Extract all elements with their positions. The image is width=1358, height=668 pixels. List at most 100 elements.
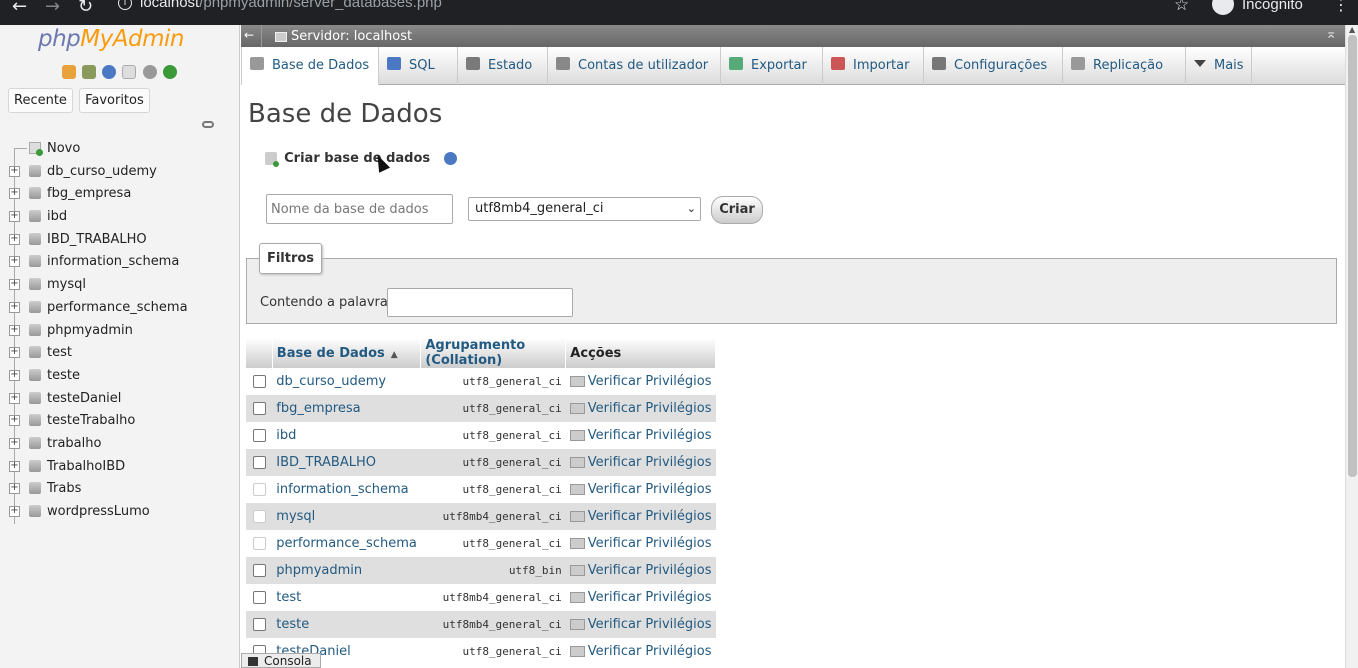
check-privileges-link[interactable]: Verificar Privilégios bbox=[565, 449, 716, 476]
tab-estado[interactable]: Estado bbox=[458, 47, 548, 85]
collation-sort-link[interactable]: Agrupamento (Collation) bbox=[425, 338, 525, 368]
check-privileges-link[interactable]: Verificar Privilégios bbox=[565, 584, 716, 611]
database-name-link[interactable]: performance_schema bbox=[272, 530, 421, 557]
check-privileges-link[interactable]: Verificar Privilégios bbox=[565, 530, 716, 557]
check-privileges-link[interactable]: Verificar Privilégios bbox=[565, 422, 716, 449]
browser-menu-icon[interactable]: ⋮ bbox=[1333, 0, 1349, 14]
tree-item-label[interactable]: Trabs bbox=[47, 479, 81, 499]
tree-item-label[interactable]: testeTrabalho bbox=[47, 411, 135, 431]
help-icon[interactable] bbox=[102, 65, 117, 79]
tree-item-database[interactable]: + testeTrabalho bbox=[0, 410, 240, 434]
address-bar[interactable]: i localhost/phpmyadmin/server_databases.p… bbox=[118, 0, 442, 20]
page-scrollbar[interactable]: ▲ bbox=[1345, 25, 1358, 668]
scrollbar-thumb[interactable] bbox=[1348, 35, 1357, 477]
check-privileges-link[interactable]: Verificar Privilégios bbox=[565, 503, 716, 530]
check-privileges-link[interactable]: Verificar Privilégios bbox=[565, 368, 716, 395]
expand-icon[interactable]: + bbox=[9, 188, 20, 200]
database-name-link[interactable]: ibd bbox=[272, 422, 421, 449]
tree-item-database[interactable]: + fbg_empresa bbox=[0, 183, 240, 207]
row-checkbox[interactable] bbox=[252, 429, 266, 442]
tree-item-label[interactable]: performance_schema bbox=[47, 298, 188, 318]
tab-sql[interactable]: SQL bbox=[379, 47, 458, 85]
tree-item-database[interactable]: + phpmyadmin bbox=[0, 319, 240, 343]
help-icon[interactable] bbox=[444, 152, 458, 165]
check-privileges-link[interactable]: Verificar Privilégios bbox=[565, 638, 716, 665]
expand-icon[interactable]: + bbox=[9, 324, 20, 336]
settings-gear-icon[interactable] bbox=[142, 65, 157, 79]
database-name-input[interactable] bbox=[266, 194, 453, 224]
row-checkbox[interactable] bbox=[252, 375, 266, 388]
database-name-link[interactable]: IBD_TRABALHO bbox=[272, 449, 421, 476]
link-with-main-panel-icon[interactable] bbox=[202, 121, 214, 128]
back-button[interactable]: ← bbox=[12, 0, 27, 17]
tab-mais[interactable]: Mais bbox=[1186, 47, 1252, 85]
back-arrow-icon[interactable]: ← bbox=[244, 28, 254, 42]
collation-column-header[interactable]: Agrupamento (Collation) bbox=[420, 338, 567, 368]
home-icon[interactable] bbox=[62, 65, 76, 79]
tab-contas-de-utilizador[interactable]: Contas de utilizador bbox=[548, 47, 721, 85]
tab-replica-o[interactable]: Replicação bbox=[1063, 47, 1186, 85]
tree-item-database[interactable]: + mysql bbox=[0, 274, 240, 298]
documentation-icon[interactable] bbox=[122, 65, 137, 79]
tree-item-database[interactable]: + teste bbox=[0, 364, 240, 388]
row-checkbox[interactable] bbox=[252, 618, 266, 631]
console-toggle[interactable]: Consola bbox=[241, 653, 321, 668]
tree-item-database[interactable]: + performance_schema bbox=[0, 296, 240, 320]
tree-item-database[interactable]: + TrabalhoIBD bbox=[0, 455, 240, 479]
database-name-link[interactable]: teste bbox=[272, 611, 421, 638]
database-name-link[interactable]: phpmyadmin bbox=[272, 557, 421, 584]
row-checkbox[interactable] bbox=[252, 456, 266, 469]
database-name-link[interactable]: mysql bbox=[272, 503, 421, 530]
expand-icon[interactable]: + bbox=[9, 437, 20, 449]
expand-icon[interactable]: + bbox=[9, 460, 20, 472]
expand-icon[interactable]: + bbox=[9, 347, 20, 359]
tree-item-database[interactable]: + wordpressLumo bbox=[0, 501, 240, 524]
check-privileges-link[interactable]: Verificar Privilégios bbox=[565, 611, 716, 638]
tree-item-label[interactable]: trabalho bbox=[47, 434, 101, 454]
tree-item-database[interactable]: + test bbox=[0, 342, 240, 366]
database-column-header[interactable]: Base de Dados ▲ bbox=[272, 338, 422, 368]
database-name-link[interactable]: test bbox=[272, 584, 421, 611]
forward-button[interactable]: → bbox=[45, 0, 60, 17]
tree-item-label[interactable]: test bbox=[47, 343, 72, 363]
tree-item-new[interactable]: Novo bbox=[0, 138, 240, 161]
database-name-link[interactable]: db_curso_udemy bbox=[272, 368, 421, 395]
expand-icon[interactable]: + bbox=[9, 211, 20, 223]
tree-item-label[interactable]: wordpressLumo bbox=[47, 502, 150, 522]
tree-item-label[interactable]: IBD_TRABALHO bbox=[47, 230, 147, 250]
expand-icon[interactable]: + bbox=[9, 483, 20, 495]
tree-item-database[interactable]: + testeDaniel bbox=[0, 387, 240, 411]
tree-item-database[interactable]: + IBD_TRABALHO bbox=[0, 228, 240, 252]
row-checkbox[interactable] bbox=[252, 591, 266, 604]
database-name-link[interactable]: information_schema bbox=[272, 476, 421, 503]
expand-icon[interactable]: + bbox=[9, 256, 20, 268]
expand-icon[interactable]: + bbox=[9, 233, 20, 245]
tree-item-database[interactable]: + information_schema bbox=[0, 251, 240, 275]
tree-item-database[interactable]: + trabalho bbox=[0, 432, 240, 456]
scroll-up-icon[interactable]: ▲ bbox=[1349, 25, 1355, 34]
expand-icon[interactable]: + bbox=[9, 279, 20, 291]
expand-icon[interactable]: + bbox=[9, 369, 20, 381]
row-checkbox[interactable] bbox=[252, 402, 266, 415]
check-privileges-link[interactable]: Verificar Privilégios bbox=[565, 476, 716, 503]
create-button[interactable]: Criar bbox=[711, 196, 763, 224]
collation-select[interactable]: utf8mb4_general_ci ⌄ bbox=[468, 197, 701, 221]
expand-icon[interactable]: + bbox=[9, 301, 20, 313]
logout-icon[interactable] bbox=[82, 65, 97, 79]
expand-icon[interactable]: + bbox=[9, 392, 20, 404]
tree-item-database[interactable]: + ibd bbox=[0, 206, 240, 230]
tree-item-label[interactable]: mysql bbox=[47, 275, 86, 295]
tree-item-label[interactable]: TrabalhoIBD bbox=[47, 457, 125, 477]
tree-item-label[interactable]: db_curso_udemy bbox=[47, 162, 157, 182]
recent-button[interactable]: Recente bbox=[8, 88, 73, 113]
server-breadcrumb[interactable]: Servidor: localhost bbox=[275, 29, 412, 44]
expand-icon[interactable]: + bbox=[9, 165, 20, 177]
collapse-icon[interactable]: ⌅ bbox=[1325, 26, 1337, 42]
tree-item-database[interactable]: + db_curso_udemy bbox=[0, 160, 240, 184]
tree-item-label[interactable]: ibd bbox=[47, 207, 67, 227]
row-checkbox[interactable] bbox=[252, 564, 266, 577]
tab-configura-es[interactable]: Configurações bbox=[924, 47, 1063, 85]
phpmyadmin-logo[interactable]: phpMyAdmin bbox=[38, 26, 184, 52]
reload-navigation-icon[interactable] bbox=[162, 65, 177, 79]
tree-item-label[interactable]: teste bbox=[47, 366, 80, 386]
